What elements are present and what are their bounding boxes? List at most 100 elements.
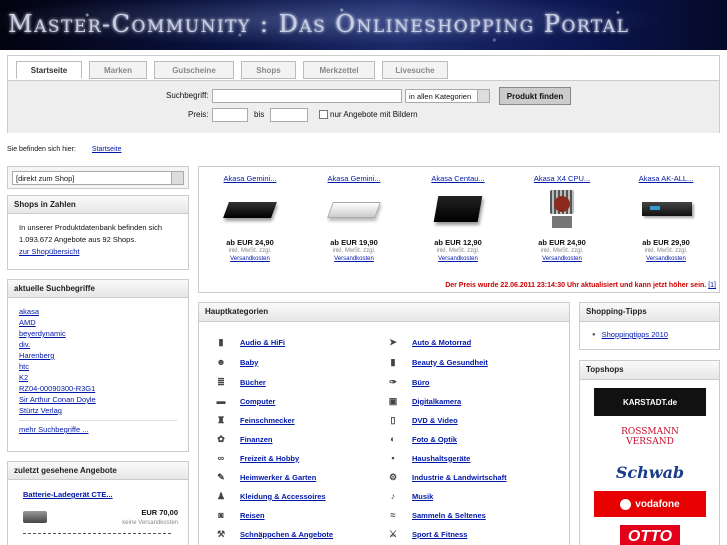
otto-logo[interactable]: OTTO xyxy=(620,525,680,545)
category-item[interactable]: ⚙ Industrie & Landwirtschaft xyxy=(388,472,507,482)
category-link[interactable]: DVD & Video xyxy=(412,416,458,425)
product-name-link[interactable]: Akasa Gemini... xyxy=(328,174,381,183)
product-name-link[interactable]: Akasa X4 CPU... xyxy=(534,174,590,183)
shipping-link[interactable]: Versandkosten xyxy=(410,255,506,263)
shipping-link[interactable]: Versandkosten xyxy=(618,255,714,263)
shipping-link[interactable]: Versandkosten xyxy=(202,255,298,263)
shipping-link[interactable]: Versandkosten xyxy=(306,255,402,263)
category-link[interactable]: Musik xyxy=(412,492,433,501)
category-item[interactable]: ▪ Haushaltsgeräte xyxy=(388,453,470,463)
search-term-link[interactable]: Harenberg xyxy=(19,350,177,361)
search-term-link[interactable]: Sir Arthur Conan Doyle xyxy=(19,394,177,405)
images-only-label: nur Angebote mit Bildern xyxy=(330,110,418,119)
tab-shops[interactable]: Shops xyxy=(241,61,296,79)
shipping-link[interactable]: Versandkosten xyxy=(514,255,610,263)
category-item[interactable]: ≣ Bücher xyxy=(216,377,266,387)
tab-gutscheine[interactable]: Gutscheine xyxy=(154,61,234,79)
category-link[interactable]: Feinschmecker xyxy=(240,416,295,425)
category-item[interactable]: ◙ Reisen xyxy=(216,510,265,520)
category-link[interactable]: Büro xyxy=(412,378,430,387)
category-item[interactable]: ▮ Audio & HiFi xyxy=(216,337,285,347)
category-item[interactable]: ⚒ Schnäppchen & Angebote xyxy=(216,529,333,539)
category-link[interactable]: Computer xyxy=(240,397,275,406)
search-term-link[interactable]: htc xyxy=(19,361,177,372)
category-item[interactable]: ✑ Büro xyxy=(388,377,430,387)
category-link[interactable]: Sport & Fitness xyxy=(412,530,467,539)
product-card[interactable]: Akasa Gemini... ab EUR 19,90 inkl. MwSt.… xyxy=(306,174,402,263)
search-term-link[interactable]: akasa xyxy=(19,306,177,317)
category-item[interactable]: ♟ Kleidung & Accessoires xyxy=(216,491,326,501)
recently-viewed-item[interactable]: Batterie-Ladegerät CTE... EUR 70,00 kein… xyxy=(8,480,188,534)
search-term-link[interactable]: RZ04-00090300-R3G1 xyxy=(19,383,177,394)
product-card[interactable]: Akasa X4 CPU... ab EUR 24,90 inkl. MwSt.… xyxy=(514,174,610,263)
footnote-link[interactable]: [1] xyxy=(708,282,716,289)
search-term-link[interactable]: AMD xyxy=(19,317,177,328)
product-card[interactable]: Akasa AK-ALL... ab EUR 29,90 inkl. MwSt.… xyxy=(618,174,714,263)
category-link[interactable]: Haushaltsgeräte xyxy=(412,454,470,463)
search-term-link[interactable]: beyerdynamic xyxy=(19,328,177,339)
product-card[interactable]: Akasa Gemini... ab EUR 24,90 inkl. MwSt.… xyxy=(202,174,298,263)
vodafone-logo[interactable]: vodafone xyxy=(594,491,706,517)
category-link[interactable]: Freizeit & Hobby xyxy=(240,454,299,463)
shop-select[interactable]: [direkt zum Shop] xyxy=(12,171,184,185)
category-item[interactable]: ☻ Baby xyxy=(216,357,258,367)
category-link[interactable]: Finanzen xyxy=(240,435,273,444)
category-select-value: in allen Kategorien xyxy=(409,92,472,101)
category-link[interactable]: Schnäppchen & Angebote xyxy=(240,530,333,539)
more-search-terms-link[interactable]: mehr Suchbegriffe ... xyxy=(19,424,177,435)
category-link[interactable]: Bücher xyxy=(240,378,266,387)
product-card[interactable]: Akasa Centau... ab EUR 12,90 inkl. MwSt.… xyxy=(410,174,506,263)
tab-startseite[interactable]: Startseite xyxy=(16,61,82,79)
charger-thumbnail xyxy=(23,511,47,523)
category-link[interactable]: Reisen xyxy=(240,511,265,520)
price-min-input[interactable] xyxy=(212,108,248,122)
rossmann-logo[interactable]: ROSSMANN VERSAND xyxy=(594,424,706,450)
category-link[interactable]: Industrie & Landwirtschaft xyxy=(412,473,507,482)
category-item[interactable]: ∞ Freizeit & Hobby xyxy=(216,453,299,463)
category-select[interactable]: in allen Kategorien xyxy=(405,89,490,103)
category-item[interactable]: ⚔ Sport & Fitness xyxy=(388,529,467,539)
recently-viewed-link[interactable]: Batterie-Ladegerät CTE... xyxy=(23,490,113,499)
images-only-checkbox[interactable] xyxy=(319,110,328,119)
product-name-link[interactable]: Akasa AK-ALL... xyxy=(639,174,694,183)
product-name-link[interactable]: Akasa Gemini... xyxy=(224,174,277,183)
product-name-link[interactable]: Akasa Centau... xyxy=(431,174,484,183)
tab-merkzettel[interactable]: Merkzettel xyxy=(303,61,375,79)
category-link[interactable]: Foto & Optik xyxy=(412,435,457,444)
category-link[interactable]: Sammeln & Seltenes xyxy=(412,511,486,520)
category-link[interactable]: Baby xyxy=(240,358,258,367)
category-item[interactable]: ▬ Computer xyxy=(216,396,276,406)
shop-overview-link[interactable]: zur Shopübersicht xyxy=(19,247,79,256)
karstadt-logo[interactable]: KARSTADT.de xyxy=(594,388,706,416)
category-item[interactable]: ▮ Beauty & Gesundheit xyxy=(388,357,488,367)
search-term-link[interactable]: Stürtz Verlag xyxy=(19,405,177,416)
shopping-tips-link[interactable]: Shoppingtipps 2010 xyxy=(602,330,668,339)
search-term-link[interactable]: div. xyxy=(19,339,177,350)
search-term-link[interactable]: K2 xyxy=(19,372,177,383)
category-item[interactable]: ♪ Musik xyxy=(388,491,434,501)
price-max-input[interactable] xyxy=(270,108,308,122)
category-link[interactable]: Heimwerker & Garten xyxy=(240,473,316,482)
category-item[interactable]: ≈ Sammeln & Seltenes xyxy=(388,510,486,520)
category-item[interactable]: ♜ Feinschmecker xyxy=(216,415,295,425)
category-item[interactable]: ▯ DVD & Video xyxy=(388,415,458,425)
category-item[interactable]: ✿ Finanzen xyxy=(216,434,273,444)
category-link[interactable]: Kleidung & Accessoires xyxy=(240,492,326,501)
price-label: Preis: xyxy=(188,110,209,119)
category-item[interactable]: ➤ Auto & Motorrad xyxy=(388,337,471,347)
schwab-logo[interactable]: Schwab xyxy=(594,458,706,486)
find-product-button[interactable]: Produkt finden xyxy=(499,87,571,105)
category-item[interactable]: ◐ Foto & Optik xyxy=(388,434,457,444)
category-link[interactable]: Digitalkamera xyxy=(412,397,461,406)
digital-camera-icon: ▣ xyxy=(388,396,398,406)
tab-marken[interactable]: Marken xyxy=(89,61,147,79)
category-link[interactable]: Auto & Motorrad xyxy=(412,338,471,347)
category-link[interactable]: Audio & HiFi xyxy=(240,338,285,347)
product-price: ab EUR 29,90 xyxy=(642,238,690,247)
breadcrumb-link-home[interactable]: Startseite xyxy=(92,146,122,153)
category-item[interactable]: ▣ Digitalkamera xyxy=(388,396,461,406)
category-link[interactable]: Beauty & Gesundheit xyxy=(412,358,488,367)
category-item[interactable]: ✎ Heimwerker & Garten xyxy=(216,472,316,482)
search-input[interactable] xyxy=(212,89,402,103)
tab-livesuche[interactable]: Livesuche xyxy=(382,61,448,79)
